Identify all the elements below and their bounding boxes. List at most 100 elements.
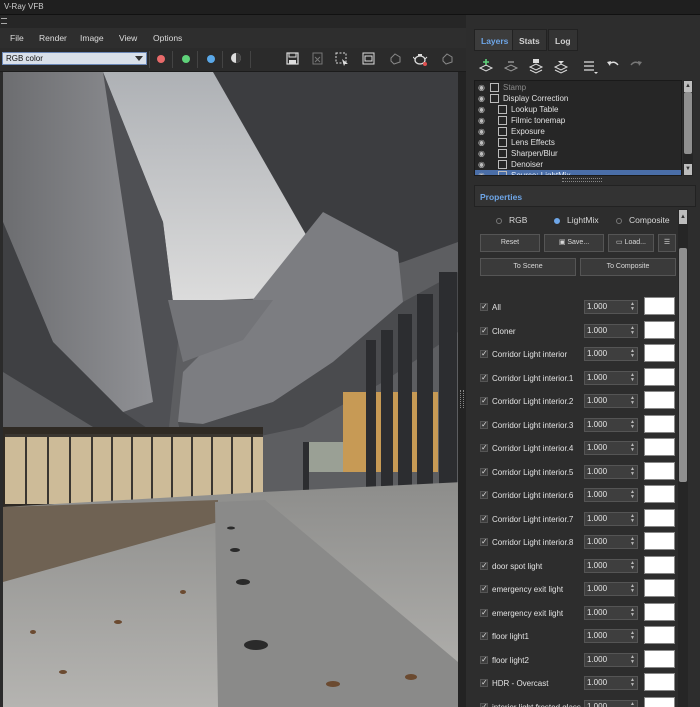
light-enable-checkbox[interactable]: ✓ xyxy=(480,420,488,429)
scroll-thumb[interactable] xyxy=(684,92,692,154)
spinner-arrows-icon[interactable]: ▲▼ xyxy=(630,443,635,453)
light-color-swatch[interactable] xyxy=(644,649,675,668)
light-color-swatch[interactable] xyxy=(644,626,675,644)
green-channel-icon[interactable] xyxy=(182,55,190,63)
light-intensity-spinner[interactable]: 1.000 ▲▼ xyxy=(584,676,638,690)
create-layer-icon[interactable] xyxy=(478,58,494,74)
layer-item[interactable]: ◉ Filmic tonemap xyxy=(475,115,681,126)
layer-item[interactable]: ◉ Sharpen/Blur xyxy=(475,148,681,159)
light-intensity-spinner[interactable]: 1.000 ▲▼ xyxy=(584,699,638,707)
light-intensity-spinner[interactable]: 1.000 ▲▼ xyxy=(584,582,638,596)
visibility-eye-icon[interactable]: ◉ xyxy=(478,104,485,115)
light-enable-checkbox[interactable]: ✓ xyxy=(480,397,488,405)
region-render-icon[interactable] xyxy=(335,52,349,66)
mode-rgb[interactable]: RGB xyxy=(496,215,527,225)
scroll-up-icon[interactable]: ▲ xyxy=(679,210,687,224)
delete-layer-icon[interactable] xyxy=(503,58,519,74)
spinner-arrows-icon[interactable]: ▲▼ xyxy=(630,513,635,524)
visibility-eye-icon[interactable]: ◉ xyxy=(478,137,485,148)
light-enable-checkbox[interactable]: ✓ xyxy=(480,467,488,476)
properties-splitter[interactable] xyxy=(562,178,602,182)
light-intensity-spinner[interactable]: 1.000 ▲▼ xyxy=(584,605,638,620)
light-intensity-spinner[interactable]: 1.000 ▲▼ xyxy=(584,323,638,338)
light-enable-checkbox[interactable]: ✓ xyxy=(480,303,488,311)
tab-layers[interactable]: Layers xyxy=(474,29,516,51)
track-mouse-icon[interactable] xyxy=(361,52,375,66)
spinner-arrows-icon[interactable]: ▲▼ xyxy=(630,372,635,383)
menu-file[interactable]: File xyxy=(10,33,24,43)
light-enable-checkbox[interactable]: ✓ xyxy=(480,608,488,617)
light-color-swatch[interactable] xyxy=(644,485,675,503)
spinner-arrows-icon[interactable]: ▲▼ xyxy=(630,678,635,688)
visibility-eye-icon[interactable]: ◉ xyxy=(478,148,485,159)
light-enable-checkbox[interactable]: ✓ xyxy=(480,561,488,570)
light-enable-checkbox[interactable]: ✓ xyxy=(480,585,488,593)
mode-lightmix[interactable]: LightMix xyxy=(554,215,599,225)
light-intensity-spinner[interactable]: 1.000 ▲▼ xyxy=(584,394,638,408)
menu-image[interactable]: Image xyxy=(80,33,104,43)
splitter-grip[interactable] xyxy=(460,390,464,408)
scroll-up-icon[interactable]: ▲ xyxy=(684,81,692,92)
to-scene-button[interactable]: To Scene xyxy=(480,258,576,276)
lightmix-menu-button[interactable]: ☰ xyxy=(658,234,676,252)
panel-splitter[interactable] xyxy=(458,72,466,707)
redo-icon[interactable] xyxy=(628,58,644,74)
save-button[interactable]: ▣ Save... xyxy=(544,234,604,252)
light-enable-checkbox[interactable]: ✓ xyxy=(480,514,488,523)
light-intensity-spinner[interactable]: 1.000 ▲▼ xyxy=(584,464,638,479)
spinner-arrows-icon[interactable]: ▲▼ xyxy=(630,631,635,641)
light-intensity-spinner[interactable]: 1.000 ▲▼ xyxy=(584,441,638,455)
spinner-arrows-icon[interactable]: ▲▼ xyxy=(630,537,635,547)
spinner-arrows-icon[interactable]: ▲▼ xyxy=(630,419,635,430)
spinner-arrows-icon[interactable]: ▲▼ xyxy=(630,302,635,312)
spinner-arrows-icon[interactable]: ▲▼ xyxy=(630,349,635,359)
layer-item[interactable]: ◉ Exposure xyxy=(475,126,681,137)
spinner-arrows-icon[interactable]: ▲▼ xyxy=(630,325,635,336)
light-intensity-spinner[interactable]: 1.000 ▲▼ xyxy=(584,347,638,361)
menu-render[interactable]: Render xyxy=(39,33,67,43)
stop-render-icon[interactable] xyxy=(440,52,454,66)
spinner-arrows-icon[interactable]: ▲▼ xyxy=(630,560,635,571)
scroll-thumb[interactable] xyxy=(679,248,687,482)
layers-menu-icon[interactable] xyxy=(582,58,598,74)
spinner-arrows-icon[interactable]: ▲▼ xyxy=(630,607,635,618)
light-color-swatch[interactable] xyxy=(644,344,675,362)
alpha-channel-icon[interactable] xyxy=(229,52,243,66)
reset-button[interactable]: Reset xyxy=(480,234,540,252)
to-composite-button[interactable]: To Composite xyxy=(580,258,676,276)
light-intensity-spinner[interactable]: 1.000 ▲▼ xyxy=(584,370,638,385)
save-layers-icon[interactable] xyxy=(528,58,544,74)
light-intensity-spinner[interactable]: 1.000 ▲▼ xyxy=(584,629,638,643)
light-intensity-spinner[interactable]: 1.000 ▲▼ xyxy=(584,300,638,314)
light-intensity-spinner[interactable]: 1.000 ▲▼ xyxy=(584,488,638,502)
layer-item[interactable]: ◉ Display Correction xyxy=(475,93,681,104)
light-color-swatch[interactable] xyxy=(644,438,675,456)
layer-item[interactable]: ◉ Denoiser xyxy=(475,159,681,170)
spinner-arrows-icon[interactable]: ▲▼ xyxy=(630,654,635,665)
light-color-swatch[interactable] xyxy=(644,367,675,386)
menu-options[interactable]: Options xyxy=(153,33,182,43)
light-color-swatch[interactable] xyxy=(644,555,675,574)
spinner-arrows-icon[interactable]: ▲▼ xyxy=(630,396,635,406)
light-intensity-spinner[interactable]: 1.000 ▲▼ xyxy=(584,417,638,432)
properties-scrollbar[interactable]: ▲ xyxy=(678,209,688,707)
light-intensity-spinner[interactable]: 1.000 ▲▼ xyxy=(584,511,638,526)
mode-composite[interactable]: Composite xyxy=(616,215,670,225)
hamburger-icon[interactable] xyxy=(1,18,7,24)
spinner-arrows-icon[interactable]: ▲▼ xyxy=(630,466,635,477)
render-teapot-icon[interactable] xyxy=(412,52,428,66)
light-color-swatch[interactable] xyxy=(644,508,675,527)
light-enable-checkbox[interactable]: ✓ xyxy=(480,373,488,382)
light-enable-checkbox[interactable]: ✓ xyxy=(480,679,488,687)
spinner-arrows-icon[interactable]: ▲▼ xyxy=(630,490,635,500)
visibility-eye-icon[interactable]: ◉ xyxy=(478,115,485,126)
layer-item[interactable]: ◉ Lens Effects xyxy=(475,137,681,148)
visibility-eye-icon[interactable]: ◉ xyxy=(478,170,485,175)
light-color-swatch[interactable] xyxy=(644,461,675,480)
visibility-eye-icon[interactable]: ◉ xyxy=(478,93,485,104)
scroll-down-icon[interactable]: ▼ xyxy=(684,164,692,175)
light-intensity-spinner[interactable]: 1.000 ▲▼ xyxy=(584,652,638,667)
spinner-arrows-icon[interactable]: ▲▼ xyxy=(630,701,635,707)
light-color-swatch[interactable] xyxy=(644,414,675,433)
layer-item[interactable]: ◉ Stamp xyxy=(475,82,681,93)
